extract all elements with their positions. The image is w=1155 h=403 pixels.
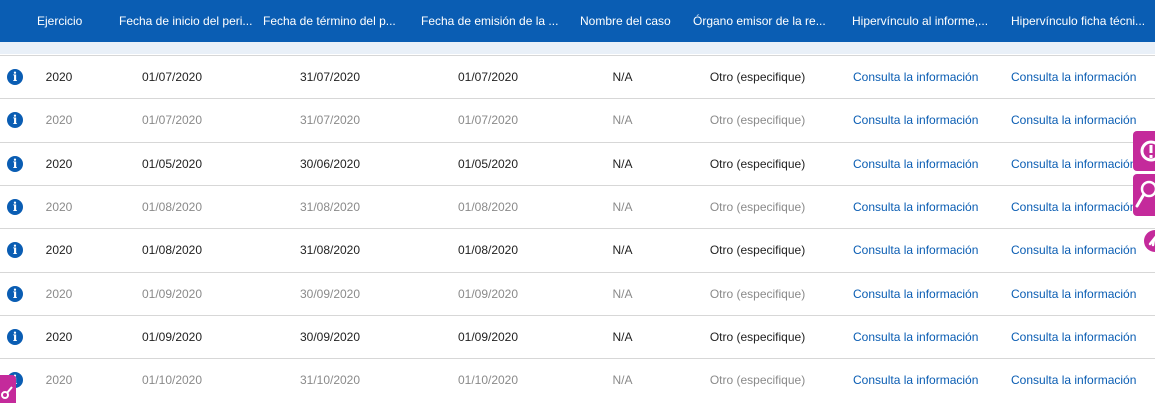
col-header-fecha-inicio[interactable]: Fecha de inicio del peri... <box>119 0 254 42</box>
cell-fecha-termino: 31/08/2020 <box>299 200 361 214</box>
col-header-ejercicio[interactable]: Ejercicio <box>37 0 107 42</box>
accessibility-button[interactable] <box>1144 230 1155 252</box>
cell-fecha-termino: 31/10/2020 <box>299 373 361 387</box>
cell-ejercicio: 2020 <box>45 157 73 171</box>
cell-fecha-emision: 01/10/2020 <box>457 373 519 387</box>
cell-ejercicio: 2020 <box>45 200 73 214</box>
link-hipervinculo-informe[interactable]: Consulta la información <box>853 316 1003 359</box>
cell-organo-emisor: Otro (especifique) <box>709 70 806 84</box>
cell-organo-emisor: Otro (especifique) <box>709 157 806 171</box>
table-row: i 2020 01/07/2020 31/07/2020 01/07/2020 N/A Ot… <box>0 55 1155 98</box>
link-hipervinculo-ficha[interactable]: Consulta la información <box>1011 359 1151 402</box>
link-hipervinculo-informe[interactable]: Consulta la información <box>853 359 1003 402</box>
cell-fecha-emision: 01/08/2020 <box>457 243 519 257</box>
cell-organo-emisor: Otro (especifique) <box>709 243 806 257</box>
link-hipervinculo-ficha[interactable]: Consulta la información <box>1011 186 1151 229</box>
table-row: i 2020 01/07/2020 31/07/2020 01/07/2020 N/A Ot… <box>0 98 1155 141</box>
cell-fecha-inicio: 01/09/2020 <box>141 330 203 344</box>
info-icon[interactable]: i <box>7 242 23 258</box>
cell-fecha-termino: 31/08/2020 <box>299 243 361 257</box>
cell-nombre-caso: N/A <box>612 113 633 127</box>
link-hipervinculo-ficha[interactable]: Consulta la información <box>1011 56 1151 99</box>
col-header-organo-emisor[interactable]: Órgano emisor de la re... <box>693 0 833 42</box>
col-header-fecha-termino[interactable]: Fecha de término del p... <box>263 0 403 42</box>
info-icon[interactable]: i <box>7 329 23 345</box>
cell-ejercicio: 2020 <box>45 243 73 257</box>
cell-fecha-termino: 31/07/2020 <box>299 113 361 127</box>
cell-nombre-caso: N/A <box>612 287 633 301</box>
cell-nombre-caso: N/A <box>612 200 633 214</box>
cell-fecha-emision: 01/09/2020 <box>457 287 519 301</box>
col-header-nombre-caso[interactable]: Nombre del caso <box>580 0 680 42</box>
cell-ejercicio: 2020 <box>45 373 73 387</box>
link-hipervinculo-informe[interactable]: Consulta la información <box>853 99 1003 142</box>
col-header-hipervinculo-informe[interactable]: Hipervínculo al informe,... <box>852 0 997 42</box>
cell-fecha-emision: 01/07/2020 <box>457 113 519 127</box>
cell-fecha-emision: 01/07/2020 <box>457 70 519 84</box>
link-hipervinculo-informe[interactable]: Consulta la información <box>853 229 1003 272</box>
cell-organo-emisor: Otro (especifique) <box>709 287 806 301</box>
cell-fecha-termino: 30/09/2020 <box>299 287 361 301</box>
table-row: i 2020 01/08/2020 31/08/2020 01/08/2020 N/A Ot… <box>0 228 1155 271</box>
cell-nombre-caso: N/A <box>612 330 633 344</box>
cell-ejercicio: 2020 <box>45 287 73 301</box>
cell-organo-emisor: Otro (especifique) <box>709 200 806 214</box>
info-icon[interactable]: i <box>7 112 23 128</box>
cell-fecha-inicio: 01/07/2020 <box>141 113 203 127</box>
table-row: i 2020 01/05/2020 30/06/2020 01/05/2020 N/A Ot… <box>0 142 1155 185</box>
cell-nombre-caso: N/A <box>612 373 633 387</box>
link-hipervinculo-informe[interactable]: Consulta la información <box>853 143 1003 186</box>
cell-fecha-inicio: 01/05/2020 <box>141 157 203 171</box>
cell-nombre-caso: N/A <box>612 70 633 84</box>
cell-fecha-emision: 01/08/2020 <box>457 200 519 214</box>
corner-tool-tab[interactable] <box>0 375 16 403</box>
link-hipervinculo-informe[interactable]: Consulta la información <box>853 56 1003 99</box>
cell-nombre-caso: N/A <box>612 157 633 171</box>
cell-ejercicio: 2020 <box>45 70 73 84</box>
cell-fecha-termino: 31/07/2020 <box>299 70 361 84</box>
cell-fecha-inicio: 01/08/2020 <box>141 243 203 257</box>
info-icon[interactable]: i <box>7 199 23 215</box>
col-header-fecha-emision[interactable]: Fecha de emisión de la ... <box>421 0 561 42</box>
side-tab-magnifier[interactable] <box>1133 174 1155 216</box>
cell-ejercicio: 2020 <box>45 330 73 344</box>
cell-fecha-emision: 01/05/2020 <box>457 157 519 171</box>
link-hipervinculo-ficha[interactable]: Consulta la información <box>1011 229 1151 272</box>
col-header-hipervinculo-ficha[interactable]: Hipervínculo ficha técni... <box>1011 0 1151 42</box>
link-hipervinculo-ficha[interactable]: Consulta la información <box>1011 273 1151 316</box>
cell-fecha-inicio: 01/10/2020 <box>141 373 203 387</box>
cell-fecha-inicio: 01/09/2020 <box>141 287 203 301</box>
accessibility-icon <box>1148 235 1155 247</box>
cell-nombre-caso: N/A <box>612 243 633 257</box>
cell-fecha-inicio: 01/08/2020 <box>141 200 203 214</box>
cell-fecha-emision: 01/09/2020 <box>457 330 519 344</box>
info-icon[interactable]: i <box>7 69 23 85</box>
info-icon[interactable]: i <box>7 286 23 302</box>
table-row: i202001/10/202031/10/202001/10/2020N/AOt… <box>0 358 1155 401</box>
cell-organo-emisor: Otro (especifique) <box>709 330 806 344</box>
cell-fecha-termino: 30/06/2020 <box>299 157 361 171</box>
cell-organo-emisor: Otro (especifique) <box>709 113 806 127</box>
info-icon[interactable]: i <box>7 156 23 172</box>
header-subband <box>0 42 1155 54</box>
table-header: Ejercicio Fecha de inicio del peri... Fe… <box>0 0 1155 42</box>
table-row: i 2020 01/09/2020 30/09/2020 01/09/2020 N/A Ot… <box>0 272 1155 315</box>
side-tab-alert[interactable] <box>1133 131 1155 171</box>
link-hipervinculo-ficha[interactable]: Consulta la información <box>1011 316 1151 359</box>
magnifier-icon <box>1135 180 1155 208</box>
cell-ejercicio: 2020 <box>45 113 73 127</box>
cell-fecha-inicio: 01/07/2020 <box>141 70 203 84</box>
link-hipervinculo-ficha[interactable]: Consulta la información <box>1011 143 1151 186</box>
cell-organo-emisor: Otro (especifique) <box>709 373 806 387</box>
table-row: i 2020 01/08/2020 31/08/2020 01/08/2020 N/A Ot… <box>0 185 1155 228</box>
table-row: i 2020 01/09/2020 30/09/2020 01/09/2020 N/A Ot… <box>0 315 1155 358</box>
link-hipervinculo-informe[interactable]: Consulta la información <box>853 273 1003 316</box>
alert-icon <box>1140 140 1155 162</box>
tool-icon <box>1 386 13 399</box>
link-hipervinculo-ficha[interactable]: Consulta la información <box>1011 99 1151 142</box>
cell-fecha-termino: 30/09/2020 <box>299 330 361 344</box>
link-hipervinculo-informe[interactable]: Consulta la información <box>853 186 1003 229</box>
